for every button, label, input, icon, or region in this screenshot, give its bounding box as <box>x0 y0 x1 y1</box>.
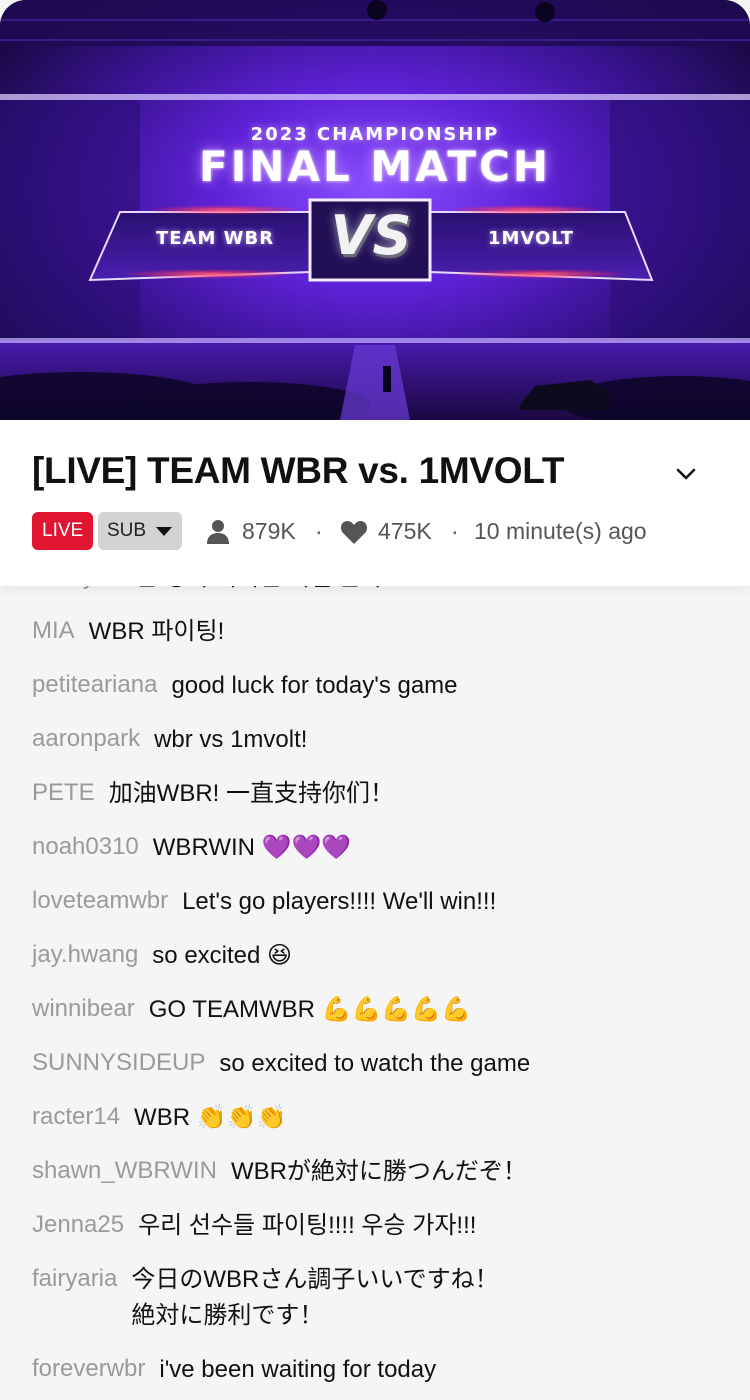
separator-dot: · <box>451 518 459 544</box>
separator-dot: · <box>315 518 323 544</box>
chat-message: jay.hwang so excited 😆 <box>0 938 750 974</box>
chat-text: i've been waiting for today <box>159 1356 437 1383</box>
chat-message: foreverwbr i've been waiting for today <box>0 1352 750 1388</box>
chat-text: WBRWIN 💜💜💜 <box>152 834 352 861</box>
chat-message: MIA WBR 파이팅! <box>0 614 750 650</box>
chat-username[interactable]: foreverwbr <box>32 1352 145 1386</box>
chat-text: so excited to watch the game <box>219 1050 531 1077</box>
subtitle-dropdown-label: SUB <box>107 520 147 541</box>
stream-title: [LIVE] TEAM WBR vs. 1MVOLT <box>32 450 565 491</box>
chat-username[interactable]: hailey97 <box>32 586 121 594</box>
person-icon <box>207 520 229 544</box>
chat-text: 加油WBR! 一直支持你们！ <box>108 780 395 807</box>
stream-time-ago: 10 minute(s) ago <box>474 518 647 544</box>
chat-message: aaronpark wbr vs 1mvolt! <box>0 722 750 758</box>
chat-message: noah0310 WBRWIN 💜💜💜 <box>0 830 750 866</box>
chat-username[interactable]: jay.hwang <box>32 938 138 972</box>
chat-text: WBRが絶対に勝つんだぞ！ <box>230 1158 527 1185</box>
chat-message: SUNNYSIDEUP so excited to watch the game <box>0 1046 750 1082</box>
chat-username[interactable]: aaronpark <box>32 722 140 756</box>
viewer-count: 879K <box>242 518 296 544</box>
chat-username[interactable]: noah0310 <box>32 830 139 864</box>
chat-message: PETE 加油WBR! 一直支持你们！ <box>0 776 750 812</box>
chat-username[interactable]: MIA <box>32 614 75 648</box>
chat-message: hailey97 한 경기 이기면 치킨 쏜다 <box>0 586 750 596</box>
chat-username[interactable]: shawn_WBRWIN <box>32 1154 217 1188</box>
chat-username[interactable]: SUNNYSIDEUP <box>32 1046 205 1080</box>
chat-message: winnibear GO TEAMWBR 💪💪💪💪💪 <box>0 992 750 1028</box>
chat-message: loveteamwbr Let's go players!!!! We'll wi… <box>0 884 750 920</box>
video-player[interactable]: 2023 CHAMPIONSHIP FINAL MATCH TEAM WBR V… <box>0 0 750 420</box>
chat-username[interactable]: racter14 <box>32 1100 120 1134</box>
chat-message: Jenna25 우리 선수들 파이팅!!!! 우승 가자!!! <box>0 1208 750 1244</box>
banner-vs: VS <box>330 204 412 267</box>
chat-text: WBR 파이팅! <box>88 618 225 645</box>
chat-username[interactable]: loveteamwbr <box>32 884 168 918</box>
chat-list: hailey97 한 경기 이기면 치킨 쏜다 MIA WBR 파이팅! petitea… <box>0 586 750 1400</box>
chevron-down-icon[interactable] <box>672 460 700 488</box>
like-count: 475K <box>378 518 432 544</box>
chat-text: GO TEAMWBR 💪💪💪💪💪 <box>148 996 472 1023</box>
stream-info-header: [LIVE] TEAM WBR vs. 1MVOLT LIVE SUB 879K… <box>0 420 750 586</box>
chat-username[interactable]: fairyaria <box>32 1262 117 1296</box>
banner-team-right: 1MVOLT <box>487 228 575 249</box>
chat-message: petiteariana good luck for today's game <box>0 668 750 704</box>
chat-text: so excited 😆 <box>152 942 293 969</box>
chat-text: WBR 👏👏👏 <box>134 1104 287 1131</box>
banner-team-left: TEAM WBR <box>155 228 275 249</box>
caret-down-icon <box>156 527 172 536</box>
chat-text: good luck for today's game <box>171 672 458 699</box>
chat-text: 今日のWBRさん調子いいですね！ 絶対に勝利です！ <box>131 1266 499 1329</box>
chat-panel[interactable]: hailey97 한 경기 이기면 치킨 쏜다 MIA WBR 파이팅! petitea… <box>0 586 750 1400</box>
chat-username[interactable]: PETE <box>32 776 95 810</box>
chat-username[interactable]: winnibear <box>32 992 135 1026</box>
chat-message: racter14 WBR 👏👏👏 <box>0 1100 750 1136</box>
heart-icon[interactable] <box>340 519 368 545</box>
chat-username[interactable]: Jenna25 <box>32 1208 124 1242</box>
chat-text: 우리 선수들 파이팅!!!! 우승 가자!!! <box>138 1212 477 1239</box>
chat-message: fairyaria 今日のWBRさん調子いいですね！ 絶対に勝利です！ <box>0 1262 750 1334</box>
chat-text: wbr vs 1mvolt! <box>154 726 308 753</box>
subtitle-dropdown[interactable]: SUB <box>98 512 182 550</box>
live-badge: LIVE <box>32 512 94 550</box>
chat-text: 한 경기 이기면 치킨 쏜다 <box>135 586 382 596</box>
chat-username[interactable]: petiteariana <box>32 668 157 702</box>
chat-text: Let's go players!!!! We'll win!!! <box>182 888 497 915</box>
banner-title: FINAL MATCH <box>198 142 552 191</box>
chat-message: shawn_WBRWIN WBRが絶対に勝つんだぞ！ <box>0 1154 750 1190</box>
